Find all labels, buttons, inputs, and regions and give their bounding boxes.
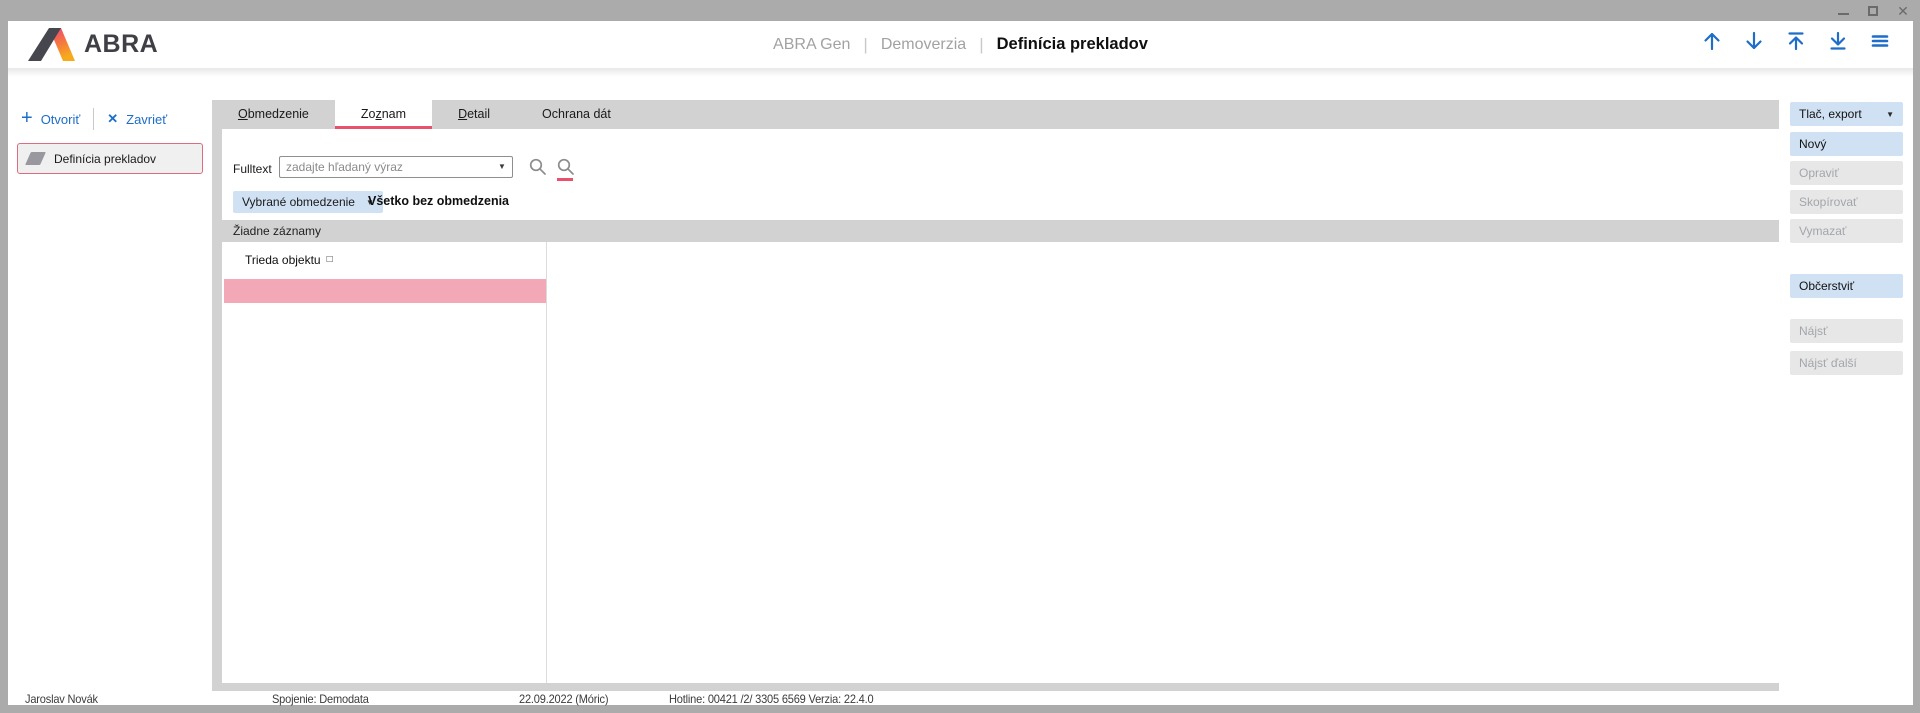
list-content: Fulltext ▼ Vybrané obmedzenie ▼ Všetko b… xyxy=(222,129,1779,683)
move-first-icon[interactable] xyxy=(1785,30,1807,52)
find-next-button[interactable]: Nájsť ďalší xyxy=(1790,351,1903,375)
breadcrumb-app-name: ABRA Gen xyxy=(773,36,850,54)
module-icon xyxy=(25,152,46,165)
delete-button[interactable]: Vymazať xyxy=(1790,219,1903,243)
refresh-button[interactable]: Občerstviť xyxy=(1790,274,1903,298)
selected-empty-row[interactable] xyxy=(224,279,546,303)
tab-zoznam[interactable]: Zoznam xyxy=(335,100,432,129)
status-user: Jaroslav Novák xyxy=(25,692,98,706)
selected-restriction-label: Vybrané obmedzenie xyxy=(242,195,355,209)
chevron-down-icon: ▼ xyxy=(1886,110,1894,119)
move-down-icon[interactable] xyxy=(1743,30,1765,52)
breadcrumb-environment: Demoverzia xyxy=(881,36,966,54)
search-highlight-icon[interactable] xyxy=(556,157,575,176)
copy-button[interactable]: Skopírovať xyxy=(1790,190,1903,214)
sort-square-icon: □ xyxy=(327,255,333,265)
app-window: ABRA ABRA Gen | Demoverzia | Definícia p… xyxy=(8,21,1913,705)
breadcrumb-separator: | xyxy=(979,35,983,55)
left-toolbar: + Otvoriť ✕ Zavrieť xyxy=(21,107,167,131)
close-x-icon: ✕ xyxy=(107,111,118,127)
header-nav-icons xyxy=(1701,30,1891,52)
search-icon[interactable] xyxy=(528,157,547,176)
search-highlight-underline xyxy=(557,178,573,181)
window-controls: ✕ xyxy=(1836,0,1910,21)
panel-left-gutter xyxy=(212,129,222,691)
print-export-button[interactable]: Tlač, export ▼ xyxy=(1790,102,1903,126)
panel-bottom-gutter xyxy=(212,683,1779,691)
close-button[interactable]: ✕ xyxy=(1896,4,1910,18)
sidebar-item-definicia-prekladov[interactable]: Definícia prekladov xyxy=(17,143,203,174)
new-button[interactable]: Nový xyxy=(1790,132,1903,156)
open-button-label: Otvoriť xyxy=(41,112,81,127)
records-status-bar: Žiadne záznamy xyxy=(222,220,1779,242)
main-panel: Obmedzenie Zoznam Detail Ochrana dát Ful… xyxy=(212,100,1779,691)
edit-button[interactable]: Opraviť xyxy=(1790,161,1903,185)
column-header-label: Trieda objektu xyxy=(245,253,321,267)
fulltext-input[interactable] xyxy=(279,156,513,178)
tab-ochrana-dat[interactable]: Ochrana dát xyxy=(516,100,637,129)
plus-icon: + xyxy=(21,108,33,128)
restriction-value: Všetko bez obmedzenia xyxy=(368,194,509,208)
print-export-label: Tlač, export xyxy=(1799,107,1862,121)
abra-app-window: { "colors": { "frame_gray": "#ababab", "… xyxy=(0,0,1920,713)
selected-restriction-button[interactable]: Vybrané obmedzenie ▼ xyxy=(233,191,383,213)
header-shadow xyxy=(8,68,1913,77)
breadcrumb-separator: | xyxy=(863,35,867,55)
close-button-label: Zavrieť xyxy=(126,112,167,127)
sidebar-item-label: Definícia prekladov xyxy=(54,152,156,166)
status-date: 22.09.2022 (Móric) xyxy=(519,692,608,706)
minimize-button[interactable] xyxy=(1836,4,1850,18)
tab-obmedzenie[interactable]: Obmedzenie xyxy=(212,100,335,129)
move-last-icon[interactable] xyxy=(1827,30,1849,52)
app-header: ABRA ABRA Gen | Demoverzia | Definícia p… xyxy=(8,21,1913,68)
records-status-text: Žiadne záznamy xyxy=(233,224,321,238)
tab-bar: Obmedzenie Zoznam Detail Ochrana dát xyxy=(212,100,1779,129)
status-connection: Spojenie: Demodata xyxy=(272,692,369,706)
column-divider xyxy=(546,242,547,683)
column-header-trieda-objektu[interactable]: Trieda objektu □ xyxy=(245,253,333,267)
toolbar-divider xyxy=(93,108,94,130)
close-tab-button[interactable]: ✕ Zavrieť xyxy=(107,111,167,127)
maximize-button[interactable] xyxy=(1866,4,1880,18)
status-hotline-version: Hotline: 00421 /2/ 3305 6569 Verzia: 22.… xyxy=(669,692,873,706)
tab-detail[interactable]: Detail xyxy=(432,100,516,129)
open-button[interactable]: + Otvoriť xyxy=(21,111,80,128)
page-title: Definícia prekladov xyxy=(997,35,1148,54)
fulltext-label: Fulltext xyxy=(233,162,272,176)
move-up-icon[interactable] xyxy=(1701,30,1723,52)
breadcrumb: ABRA Gen | Demoverzia | Definícia prekla… xyxy=(8,21,1913,68)
menu-icon[interactable] xyxy=(1869,30,1891,52)
find-button[interactable]: Nájsť xyxy=(1790,319,1903,343)
